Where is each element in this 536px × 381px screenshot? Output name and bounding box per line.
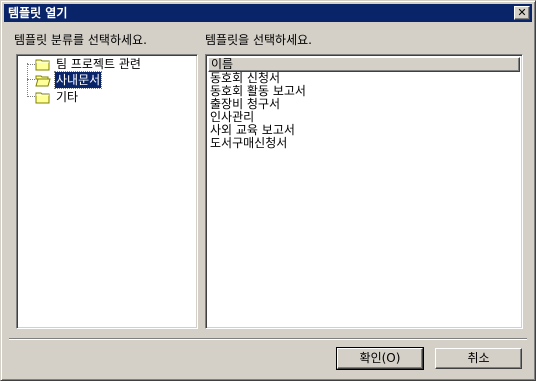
tree-item-label: 팀 프로젝트 관련 [56, 57, 141, 71]
tree-item-label: 기타 [56, 90, 79, 104]
folder-open-icon [35, 75, 51, 87]
folder-closed-icon [35, 92, 50, 104]
close-icon: ✕ [517, 6, 527, 19]
cancel-button[interactable]: 취소 [435, 348, 522, 369]
separator [9, 338, 527, 340]
template-list[interactable]: 이름 동호회 신청서 동호회 활동 보고서 출장비 청구서 인사관리 사외 교육… [205, 54, 523, 329]
tree-connector [27, 63, 28, 97]
category-label: 템플릿 분류를 선택하세요. [14, 33, 147, 47]
folder-closed-icon [35, 59, 50, 71]
category-tree[interactable]: 팀 프로젝트 관련 사내문서 기타 [16, 54, 198, 329]
tree-item-label: 사내문서 [53, 71, 103, 89]
tree-connector [27, 64, 35, 65]
close-button[interactable]: ✕ [514, 6, 530, 20]
column-header-name[interactable]: 이름 [208, 57, 520, 72]
title-bar[interactable]: 템플릿 열기 ✕ [4, 4, 532, 22]
ok-button[interactable]: 확인(O) [336, 347, 424, 370]
template-label: 템플릿을 선택하세요. [205, 33, 312, 47]
template-open-dialog: 템플릿 열기 ✕ 템플릿 분류를 선택하세요. 팀 프로젝트 관련 사내문서 기… [0, 0, 536, 381]
list-item[interactable]: 도서구매신청서 [210, 137, 287, 150]
tree-connector [27, 96, 35, 97]
window-title: 템플릿 열기 [8, 6, 68, 20]
tree-connector [27, 79, 35, 80]
